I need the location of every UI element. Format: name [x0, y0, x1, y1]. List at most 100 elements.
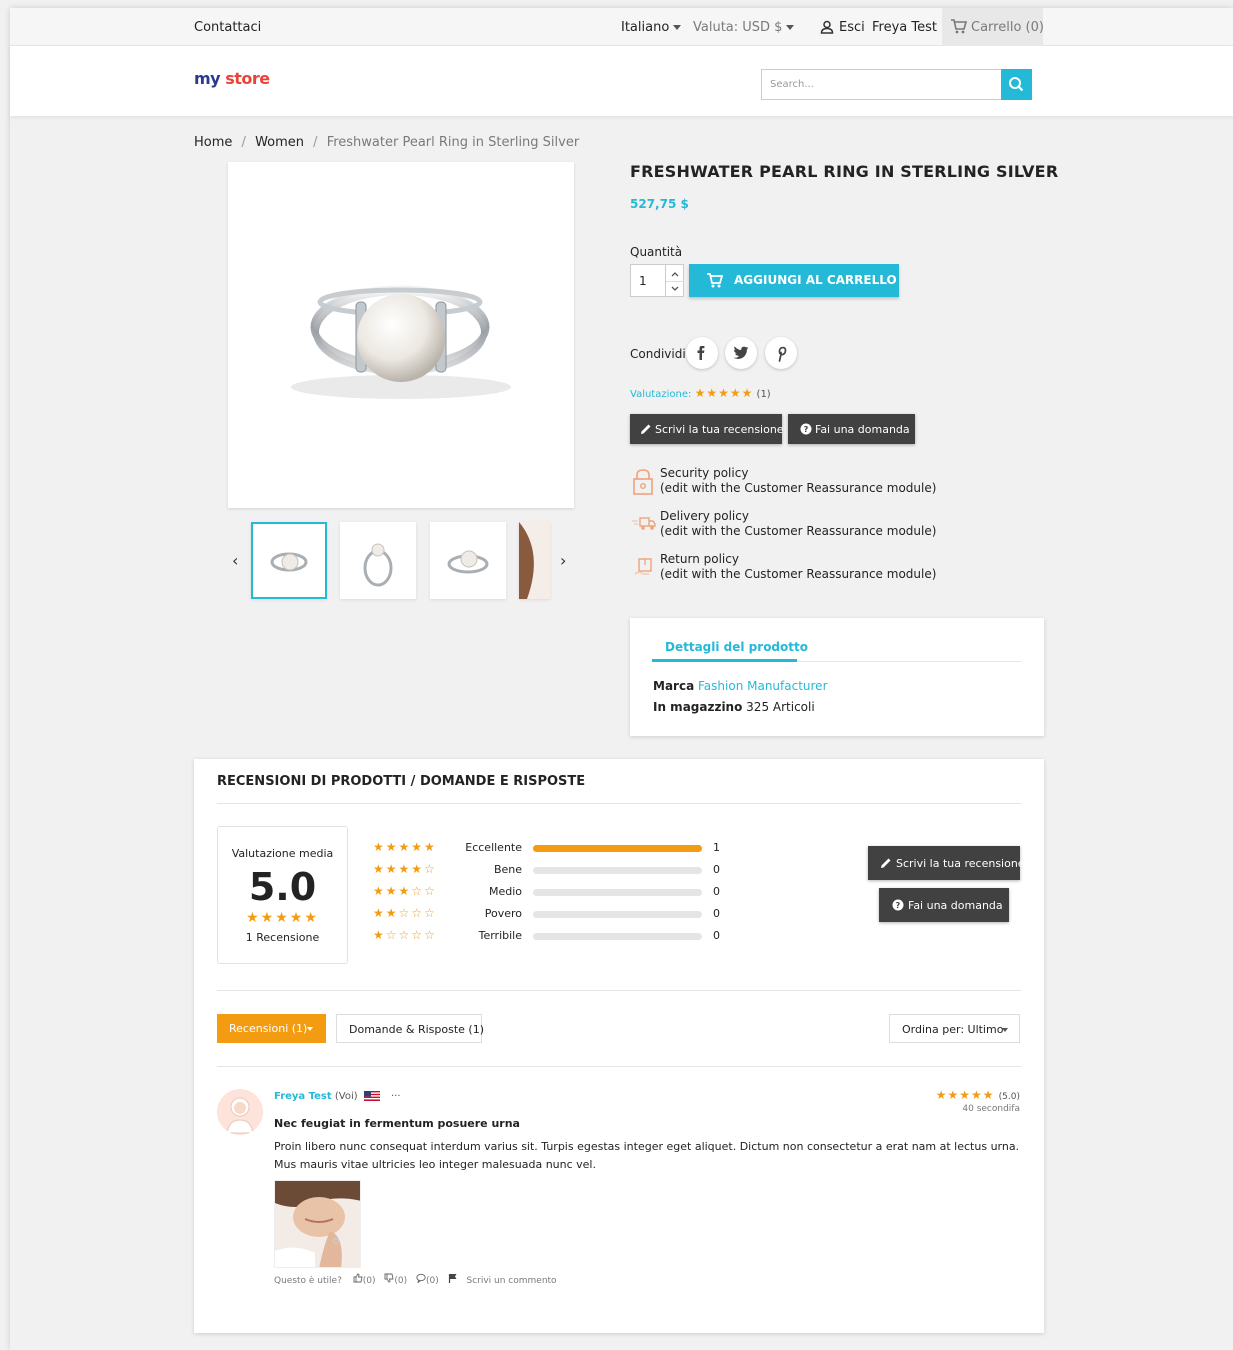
- review-author[interactable]: Freya Test: [274, 1091, 332, 1102]
- thumbnail-ring-image: [447, 550, 489, 574]
- distribution-stars: ★★☆☆☆: [373, 906, 437, 920]
- write-comment-link[interactable]: Scrivi un commento: [466, 1276, 556, 1286]
- distribution-count: 1: [713, 841, 720, 854]
- quantity-input[interactable]: 1: [630, 264, 666, 297]
- flag-icon: [448, 1274, 457, 1283]
- store-logo[interactable]: my store: [194, 69, 270, 88]
- currency-label: Valuta: USD $: [693, 20, 783, 35]
- write-review-button[interactable]: Scrivi la tua recensione: [868, 846, 1025, 880]
- rating-count: (1): [756, 389, 771, 400]
- logo-text-store: store: [225, 69, 270, 88]
- cart-icon: [707, 273, 723, 288]
- distribution-bar-track: [533, 889, 702, 896]
- svg-text:?: ?: [804, 425, 809, 434]
- reassurance-title: Return policy: [660, 552, 739, 566]
- pinterest-icon: [778, 346, 787, 362]
- ask-question-label: Fai una domanda: [815, 423, 910, 436]
- report-button[interactable]: [448, 1274, 458, 1286]
- brand-row: Marca Fashion Manufacturer: [653, 679, 828, 693]
- reviews-section: RECENSIONI DI PRODOTTI / DOMANDE E RISPO…: [194, 759, 1044, 1333]
- distribution-stars: ★★★★★: [373, 840, 437, 854]
- distribution-label: Medio: [488, 885, 522, 898]
- review-photo[interactable]: [274, 1180, 361, 1268]
- contact-link[interactable]: Contattaci: [194, 20, 261, 35]
- sort-select[interactable]: Ordina per: Ultimo: [889, 1014, 1020, 1043]
- tab-questions-answers[interactable]: Domande & Risposte (1): [336, 1014, 484, 1043]
- write-review-label: Scrivi la tua recensione: [896, 857, 1025, 870]
- reassurance-delivery: Delivery policy (edit with the Customer …: [660, 509, 936, 539]
- twitter-share-button[interactable]: [725, 337, 757, 369]
- thumbnail-4[interactable]: [519, 522, 550, 599]
- distribution-stars: ★★★★☆: [373, 862, 437, 876]
- ask-question-button[interactable]: ? Fai una domanda: [788, 414, 915, 444]
- dislike-button[interactable]: (0): [384, 1273, 407, 1286]
- thumbnail-3[interactable]: [430, 522, 506, 599]
- thumbnail-1[interactable]: [251, 522, 327, 599]
- thumb-prev-arrow[interactable]: ‹: [232, 551, 238, 570]
- pinterest-share-button[interactable]: [765, 337, 797, 369]
- comment-icon: [416, 1273, 426, 1284]
- review-title: Nec feugiat in fermentum posuere urna: [274, 1117, 520, 1130]
- search-input[interactable]: Search...: [761, 69, 1002, 100]
- like-button[interactable]: (0): [353, 1273, 376, 1286]
- review-body-line: Mus mauris vitae ultricies leo integer m…: [274, 1158, 596, 1171]
- reassurance-desc: (edit with the Customer Reassurance modu…: [660, 481, 937, 495]
- review-count: 1 Recensione: [245, 931, 320, 944]
- distribution-stars: ★☆☆☆☆: [373, 928, 437, 942]
- share-label: Condividi: [630, 347, 686, 361]
- breadcrumb-home[interactable]: Home: [194, 135, 232, 150]
- sort-label: Ordina per: Ultimo: [902, 1023, 1004, 1036]
- stock-value: 325 Articoli: [746, 700, 815, 714]
- reassurance-title: Security policy: [660, 466, 749, 480]
- chevron-down-icon: [786, 25, 795, 30]
- distribution-count: 0: [713, 907, 720, 920]
- thumbnail-ring-image: [363, 543, 393, 587]
- distribution-label: Bene: [493, 863, 522, 876]
- stock-row: In magazzino 325 Articoli: [653, 700, 815, 714]
- distribution-bar-fill: [533, 845, 702, 852]
- average-label: Valutazione media: [231, 847, 334, 860]
- language-selector[interactable]: Italiano: [621, 20, 682, 35]
- thumbnail-2[interactable]: [340, 522, 416, 599]
- pencil-icon: [881, 858, 891, 868]
- search-button[interactable]: [1001, 69, 1032, 100]
- return-box-icon: [634, 558, 652, 575]
- account-link[interactable]: Freya Test: [872, 20, 937, 35]
- facebook-icon: [697, 346, 705, 360]
- logout-link[interactable]: Esci: [839, 20, 865, 35]
- thumbnail-ring-image: [270, 552, 308, 572]
- reassurance-desc: (edit with the Customer Reassurance modu…: [660, 567, 937, 581]
- currency-selector[interactable]: Valuta: USD $: [693, 20, 795, 35]
- facebook-share-button[interactable]: [686, 337, 718, 369]
- quantity-stepper[interactable]: [666, 264, 684, 297]
- language-label: Italiano: [621, 20, 670, 35]
- tab-reviews[interactable]: Recensioni (1): [217, 1014, 326, 1043]
- breadcrumb-category[interactable]: Women: [255, 135, 304, 150]
- chevron-down-icon: [673, 25, 682, 30]
- more-options-icon[interactable]: ···: [391, 1091, 401, 1102]
- average-rating-box: Valutazione media 5.0 ★★★★★ 1 Recensione: [217, 826, 348, 964]
- tab-reviews-label: Recensioni (1): [229, 1022, 308, 1035]
- like-count: (0): [362, 1276, 376, 1286]
- product-rating[interactable]: Valutazione: ★★★★★ (1): [630, 386, 771, 400]
- comments-button[interactable]: (0): [416, 1273, 439, 1286]
- reassurance-desc: (edit with the Customer Reassurance modu…: [660, 524, 937, 538]
- us-flag-icon: [363, 1091, 380, 1101]
- distribution-bar-track: [533, 911, 702, 918]
- product-price: 527,75 $: [630, 197, 689, 211]
- brand-link[interactable]: Fashion Manufacturer: [698, 679, 828, 693]
- review-time: 40 secondifa: [962, 1104, 1020, 1114]
- average-stars: ★★★★★: [246, 910, 319, 926]
- thumbs-down-icon: [384, 1273, 394, 1283]
- rating-stars: ★★★★★: [694, 386, 754, 400]
- ask-question-button[interactable]: ? Fai una domanda: [879, 888, 1009, 922]
- review-actions: Questo è utile? (0) (0) (0) Scrivi un co…: [274, 1273, 557, 1286]
- write-review-button[interactable]: Scrivi la tua recensione: [630, 414, 784, 444]
- product-main-image[interactable]: [228, 162, 574, 508]
- breadcrumb-separator: /: [241, 135, 246, 150]
- review-stars: ★★★★★: [935, 1088, 995, 1102]
- tab-product-details[interactable]: Dettagli del prodotto: [665, 640, 808, 654]
- add-to-cart-button[interactable]: AGGIUNGI AL CARRELLO: [689, 264, 899, 297]
- thumb-next-arrow[interactable]: ›: [560, 551, 566, 570]
- average-value: 5.0: [248, 865, 317, 909]
